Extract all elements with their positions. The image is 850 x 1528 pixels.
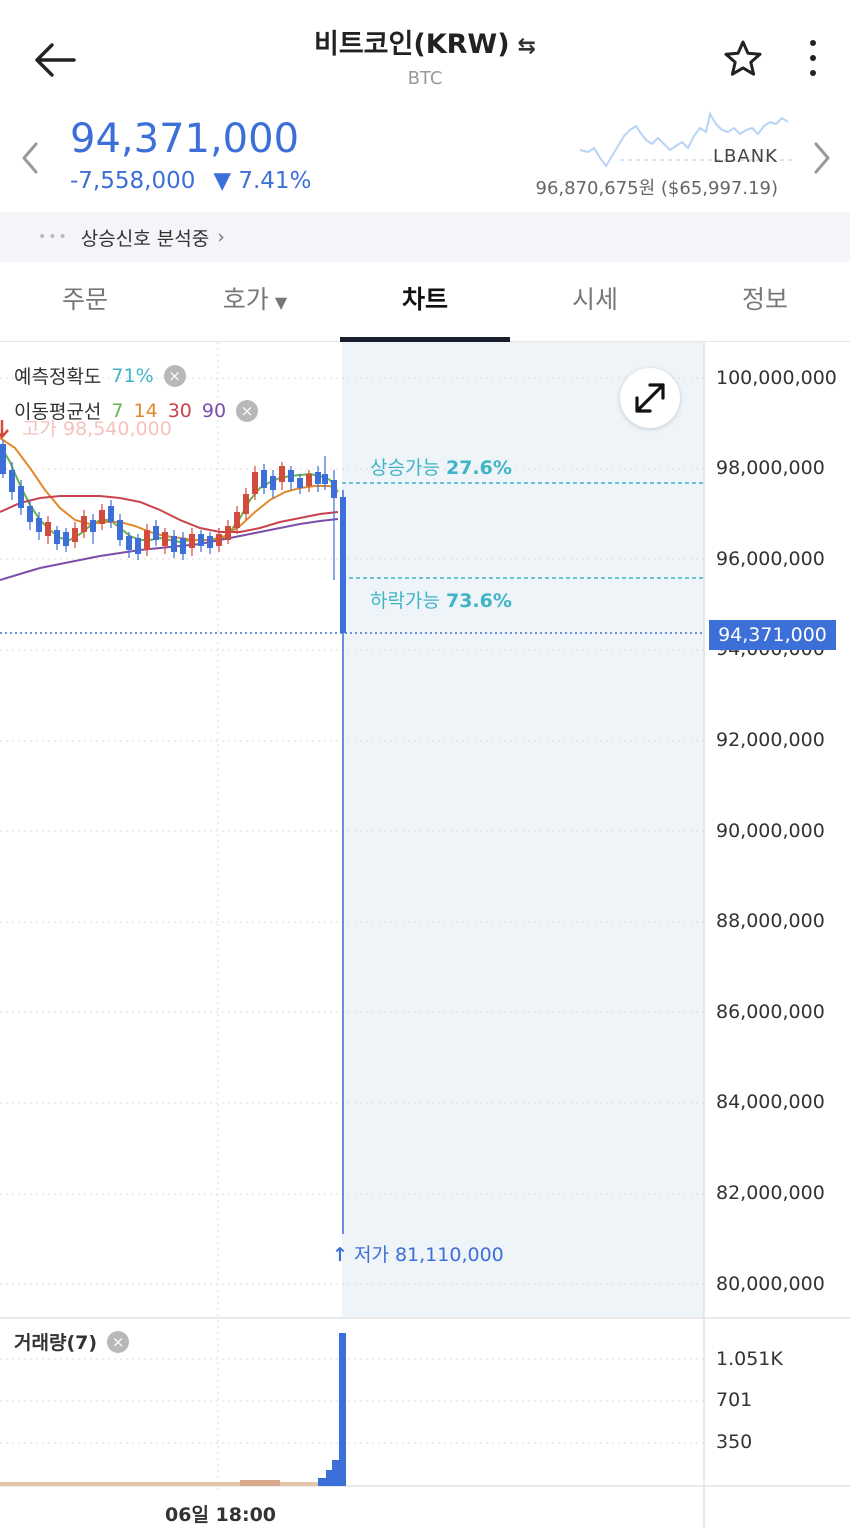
y-axis-label: 90,000,000	[716, 820, 825, 842]
price-change: -7,558,000 ▼ 7.41%	[70, 168, 311, 194]
caret-down-icon: ▼	[274, 293, 288, 312]
forecast-down: 하락가능 73.6%	[370, 586, 512, 613]
moving-average-legend[interactable]: 이동평균선 7 14 30 90 ×	[14, 397, 259, 424]
forecast-up: 상승가능 27.6%	[370, 453, 512, 480]
ma-30: 30	[167, 399, 192, 422]
volume-axis-label: 701	[716, 1389, 753, 1411]
y-axis-label: 92,000,000	[716, 729, 825, 751]
favorite-star-icon[interactable]	[722, 38, 764, 80]
expand-arrows-icon	[635, 383, 665, 413]
y-axis-label: 84,000,000	[716, 1091, 825, 1113]
price-summary: 94,371,000 -7,558,000 ▼ 7.41% LBANK 96,87…	[0, 110, 850, 210]
y-axis-label: 86,000,000	[716, 1001, 825, 1023]
close-prediction-icon[interactable]: ×	[163, 364, 186, 387]
chevron-right-icon: ›	[217, 226, 225, 248]
swap-icon[interactable]: ⇆	[518, 34, 536, 59]
signal-text: 상승신호 분석중	[80, 227, 210, 250]
ma-14: 14	[133, 399, 158, 422]
time-axis-label: 06일 18:00	[165, 1504, 277, 1526]
y-axis-label: 88,000,000	[716, 910, 825, 932]
y-axis-label: 98,000,000	[716, 457, 825, 479]
loading-dots-icon: •••	[38, 229, 69, 245]
low-price-label: 저가 81,110,000	[353, 1244, 504, 1266]
volume-axis-label: 1.051K	[716, 1348, 783, 1370]
y-axis-label: 96,000,000	[716, 548, 825, 570]
current-price: 94,371,000	[70, 116, 300, 162]
volume-label: 거래량(7)	[14, 1332, 98, 1354]
ma-90: 90	[201, 399, 227, 422]
y-axis-label: 82,000,000	[716, 1182, 825, 1204]
tab-label: 정보	[741, 285, 788, 314]
forecast-up-label: 상승가능	[370, 457, 440, 479]
prev-coin-chevron-icon[interactable]	[16, 138, 44, 178]
prediction-accuracy-legend[interactable]: 예측정확도 71% ×	[14, 362, 186, 389]
volume-axis-label: 350	[716, 1431, 753, 1453]
current-price-tag: 94,371,000	[709, 620, 836, 650]
more-options-icon[interactable]	[796, 36, 830, 80]
coin-name: 비트코인(KRW)	[314, 29, 510, 60]
price-change-amount: -7,558,000	[70, 168, 196, 194]
tab-bar: 주문 호가 ▼ 차트 시세 정보	[0, 262, 850, 342]
y-axis-label: 100,000,000	[716, 367, 837, 389]
next-coin-chevron-icon[interactable]	[808, 138, 836, 178]
tab-info[interactable]: 정보	[680, 262, 850, 341]
tab-label: 주문	[61, 285, 108, 314]
forecast-area	[342, 342, 704, 1318]
forecast-up-value: 27.6%	[445, 457, 512, 479]
low-price-marker: ↑ 저가 81,110,000	[332, 1240, 504, 1267]
tab-quotes[interactable]: 시세	[510, 262, 680, 341]
y-axis-label: 80,000,000	[716, 1273, 825, 1295]
exchange-price-krw: 96,870,675원	[535, 178, 656, 199]
close-volume-icon[interactable]: ×	[107, 1330, 130, 1353]
volume-legend[interactable]: 거래량(7) ×	[14, 1328, 130, 1355]
forecast-down-value: 73.6%	[445, 590, 512, 612]
price-change-percent: ▼ 7.41%	[213, 168, 312, 194]
exchange-name: LBANK	[713, 146, 778, 167]
volume-bars	[0, 1333, 346, 1486]
tab-order[interactable]: 주문	[0, 262, 170, 341]
ma-7: 7	[111, 399, 124, 422]
prediction-label: 예측정확도	[14, 366, 102, 388]
ma-label: 이동평균선	[14, 401, 102, 423]
forecast-down-label: 하락가능	[370, 590, 440, 612]
tab-chart[interactable]: 차트	[340, 262, 510, 342]
signal-banner[interactable]: ••• 상승신호 분석중 ›	[0, 212, 850, 262]
exchange-price-usd: ($65,997.19)	[660, 178, 778, 199]
prediction-value: 71%	[111, 364, 154, 387]
exchange-price: 96,870,675원 ($65,997.19)	[536, 174, 778, 200]
tab-label: 시세	[571, 285, 618, 314]
up-arrow-icon: ↑	[332, 1244, 348, 1266]
top-bar: 비트코인(KRW) ⇆ BTC	[0, 0, 850, 110]
fullscreen-button[interactable]	[620, 368, 680, 428]
close-ma-icon[interactable]: ×	[236, 399, 259, 422]
tab-orderbook[interactable]: 호가 ▼	[170, 262, 340, 341]
tab-label: 호가	[222, 285, 269, 314]
last-candle-body	[340, 497, 346, 633]
tab-label: 차트	[401, 285, 448, 314]
